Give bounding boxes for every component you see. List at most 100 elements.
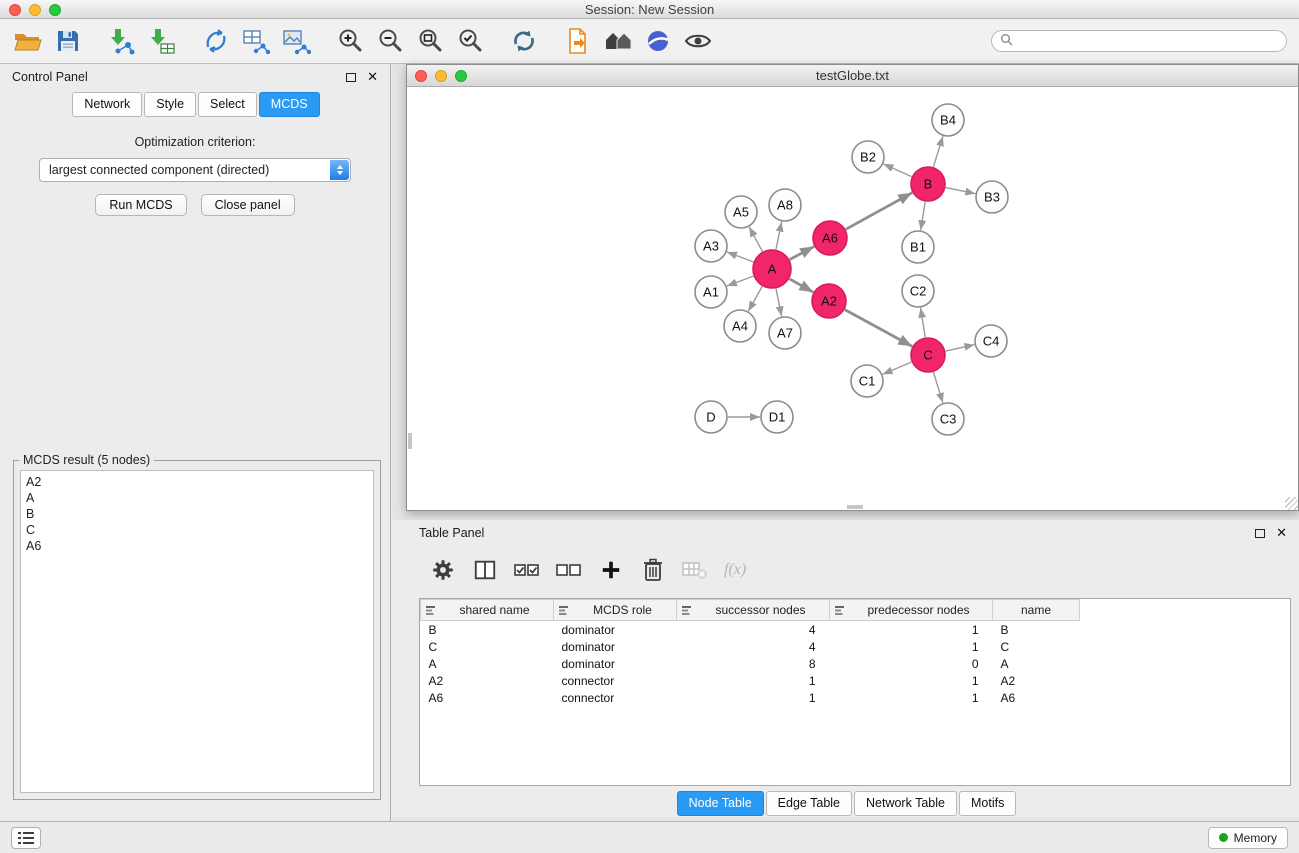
graph-node-B1[interactable] xyxy=(902,231,934,263)
graph-edge-A6-B[interactable] xyxy=(846,193,912,230)
graph-edge-C-C2[interactable] xyxy=(921,308,926,337)
tab-network-table[interactable]: Network Table xyxy=(854,791,957,816)
tab-select[interactable]: Select xyxy=(198,92,257,117)
window-resize-handle[interactable] xyxy=(1285,497,1298,510)
graph-edge-B-B1[interactable] xyxy=(921,202,926,230)
tab-network[interactable]: Network xyxy=(72,92,142,117)
tab-motifs[interactable]: Motifs xyxy=(959,791,1016,816)
table-row[interactable]: A6 connector 1 1 A6 xyxy=(421,689,1291,706)
open-session-icon[interactable] xyxy=(12,25,44,57)
network-overview-icon[interactable] xyxy=(602,25,634,57)
graph-edge-A-A6[interactable] xyxy=(790,247,815,260)
table-row[interactable]: C dominator 4 1 C xyxy=(421,638,1291,655)
new-network-icon[interactable] xyxy=(200,25,232,57)
network-graph[interactable]: B4B2BB3A8A5A6A3B1AC2A1A2A4A7C4CC1C3DD1 xyxy=(407,87,1298,510)
graph-node-C3[interactable] xyxy=(932,403,964,435)
column-header-shared-name[interactable]: shared name xyxy=(421,600,554,621)
horizontal-scroll-indicator[interactable] xyxy=(847,505,863,509)
show-details-eye-icon[interactable] xyxy=(682,25,714,57)
close-panel-button[interactable]: Close panel xyxy=(201,194,295,216)
network-image-icon[interactable] xyxy=(280,25,312,57)
import-table-icon[interactable] xyxy=(146,25,178,57)
graph-edge-A-A1[interactable] xyxy=(727,276,753,286)
table-row[interactable]: B dominator 4 1 B xyxy=(421,621,1291,639)
zoom-selected-icon[interactable] xyxy=(454,25,486,57)
graph-node-A8[interactable] xyxy=(769,189,801,221)
graph-node-A2[interactable] xyxy=(812,284,846,318)
network-window-titlebar[interactable]: testGlobe.txt xyxy=(407,65,1298,87)
float-table-panel-icon[interactable] xyxy=(1255,529,1265,538)
import-network-icon[interactable] xyxy=(106,25,138,57)
network-canvas[interactable]: B4B2BB3A8A5A6A3B1AC2A1A2A4A7C4CC1C3DD1 xyxy=(407,87,1298,510)
close-panel-icon[interactable]: ✕ xyxy=(367,72,378,82)
select-all-columns-icon[interactable] xyxy=(512,555,542,585)
table-row[interactable]: A2 connector 1 1 A2 xyxy=(421,672,1291,689)
graph-edge-C-C3[interactable] xyxy=(933,372,943,403)
delete-column-trash-icon[interactable] xyxy=(638,555,668,585)
network-table-icon[interactable] xyxy=(240,25,272,57)
table-row[interactable]: A dominator 8 0 A xyxy=(421,655,1291,672)
column-header-mcds-role[interactable]: MCDS role xyxy=(554,600,677,621)
export-document-icon[interactable] xyxy=(562,25,594,57)
tab-mcds[interactable]: MCDS xyxy=(259,92,320,117)
session-group xyxy=(12,25,84,57)
memory-status-icon xyxy=(1219,833,1228,842)
zoom-out-icon[interactable] xyxy=(374,25,406,57)
graph-edge-C-C4[interactable] xyxy=(946,345,975,351)
memory-button[interactable]: Memory xyxy=(1208,827,1288,849)
graph-node-C[interactable] xyxy=(911,338,945,372)
float-panel-icon[interactable] xyxy=(346,73,356,82)
graph-edge-A-A2[interactable] xyxy=(789,279,813,292)
save-session-icon[interactable] xyxy=(52,25,84,57)
graph-edge-C-C1[interactable] xyxy=(883,362,912,374)
graph-node-A3[interactable] xyxy=(695,230,727,262)
zoom-fit-icon[interactable] xyxy=(414,25,446,57)
graph-edge-A-A8[interactable] xyxy=(776,222,782,250)
optimization-criterion-dropdown[interactable]: largest connected component (directed) xyxy=(39,158,351,182)
graph-edge-B-B3[interactable] xyxy=(946,188,976,194)
graph-node-B3[interactable] xyxy=(976,181,1008,213)
vertical-scroll-indicator[interactable] xyxy=(408,433,412,449)
zoom-in-icon[interactable] xyxy=(334,25,366,57)
graph-edge-B-B4[interactable] xyxy=(933,136,943,167)
show-columns-icon[interactable] xyxy=(470,555,500,585)
graph-node-C1[interactable] xyxy=(851,365,883,397)
graph-edge-A-A4[interactable] xyxy=(748,286,762,311)
tab-style[interactable]: Style xyxy=(144,92,196,117)
graph-node-B4[interactable] xyxy=(932,104,964,136)
search-input[interactable] xyxy=(1018,34,1278,48)
graph-edge-A-A5[interactable] xyxy=(749,227,762,252)
table-settings-gear-icon[interactable] xyxy=(428,555,458,585)
tab-node-table[interactable]: Node Table xyxy=(677,791,764,816)
graph-node-B2[interactable] xyxy=(852,141,884,173)
graph-edge-B-B2[interactable] xyxy=(884,164,912,177)
graph-node-D1[interactable] xyxy=(761,401,793,433)
result-item: A6 xyxy=(26,538,368,554)
run-mcds-button[interactable]: Run MCDS xyxy=(95,194,186,216)
graph-node-B[interactable] xyxy=(911,167,945,201)
graph-node-A1[interactable] xyxy=(695,276,727,308)
mcds-result-list[interactable]: A2 A B C A6 xyxy=(20,470,374,793)
refresh-layout-icon[interactable] xyxy=(508,25,540,57)
task-history-button[interactable] xyxy=(11,827,41,849)
graph-node-D[interactable] xyxy=(695,401,727,433)
add-column-icon[interactable] xyxy=(596,555,626,585)
graph-node-C2[interactable] xyxy=(902,275,934,307)
graph-node-A5[interactable] xyxy=(725,196,757,228)
tab-edge-table[interactable]: Edge Table xyxy=(766,791,852,816)
graph-edge-A-A3[interactable] xyxy=(727,252,753,262)
column-header-successor-nodes[interactable]: successor nodes xyxy=(677,600,830,621)
graph-node-A4[interactable] xyxy=(724,310,756,342)
graph-node-A7[interactable] xyxy=(769,317,801,349)
hide-details-icon[interactable] xyxy=(642,25,674,57)
graph-edge-A2-C[interactable] xyxy=(845,310,912,347)
graph-node-C4[interactable] xyxy=(975,325,1007,357)
graph-node-A[interactable] xyxy=(753,250,791,288)
column-header-predecessor-nodes[interactable]: predecessor nodes xyxy=(830,600,993,621)
graph-node-A6[interactable] xyxy=(813,221,847,255)
unselect-all-columns-icon[interactable] xyxy=(554,555,584,585)
graph-edge-A-A7[interactable] xyxy=(776,289,782,317)
cell-predecessor-nodes: 1 xyxy=(830,672,993,689)
column-header-name[interactable]: name xyxy=(993,600,1080,621)
close-table-panel-icon[interactable]: ✕ xyxy=(1276,528,1287,538)
